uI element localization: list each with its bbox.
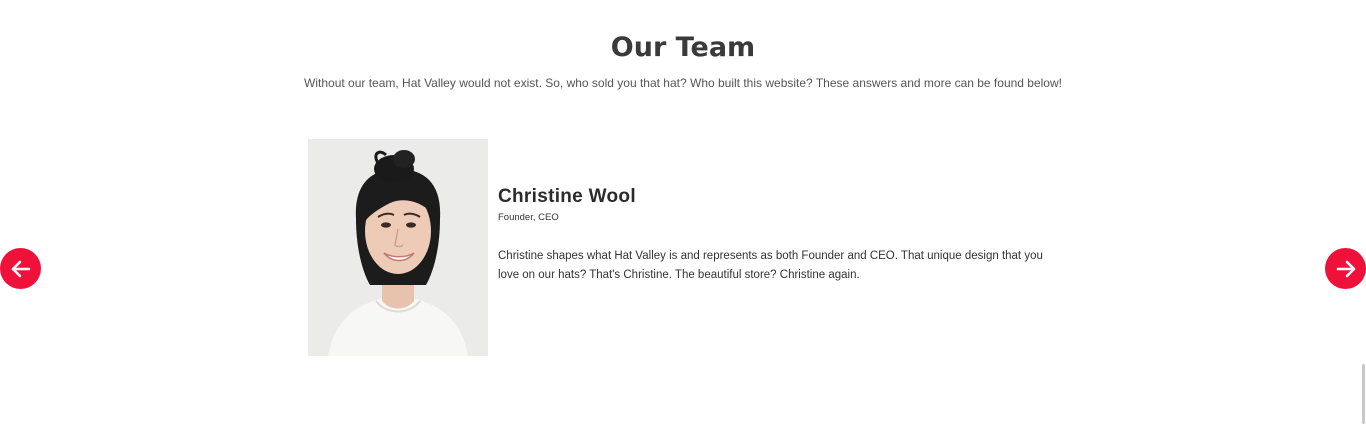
member-role: Founder, CEO bbox=[498, 212, 559, 223]
team-page: Our Team Without our team, Hat Valley wo… bbox=[0, 0, 1366, 427]
member-bio: Christine shapes what Hat Valley is and … bbox=[498, 250, 1043, 281]
arrow-right-icon bbox=[1335, 258, 1357, 280]
scrollbar-thumb[interactable] bbox=[1362, 364, 1365, 424]
section-intro: Without our team, Hat Valley would not e… bbox=[304, 76, 1062, 90]
carousel-prev-button[interactable] bbox=[0, 248, 41, 289]
arrow-left-icon bbox=[10, 258, 32, 280]
member-photo bbox=[308, 139, 488, 356]
section-title: Our Team bbox=[610, 32, 756, 63]
team-member-card: Christine Wool Founder, CEO Christine sh… bbox=[308, 139, 1068, 356]
member-name: Christine Wool bbox=[498, 186, 636, 207]
carousel-next-button[interactable] bbox=[1325, 248, 1366, 289]
